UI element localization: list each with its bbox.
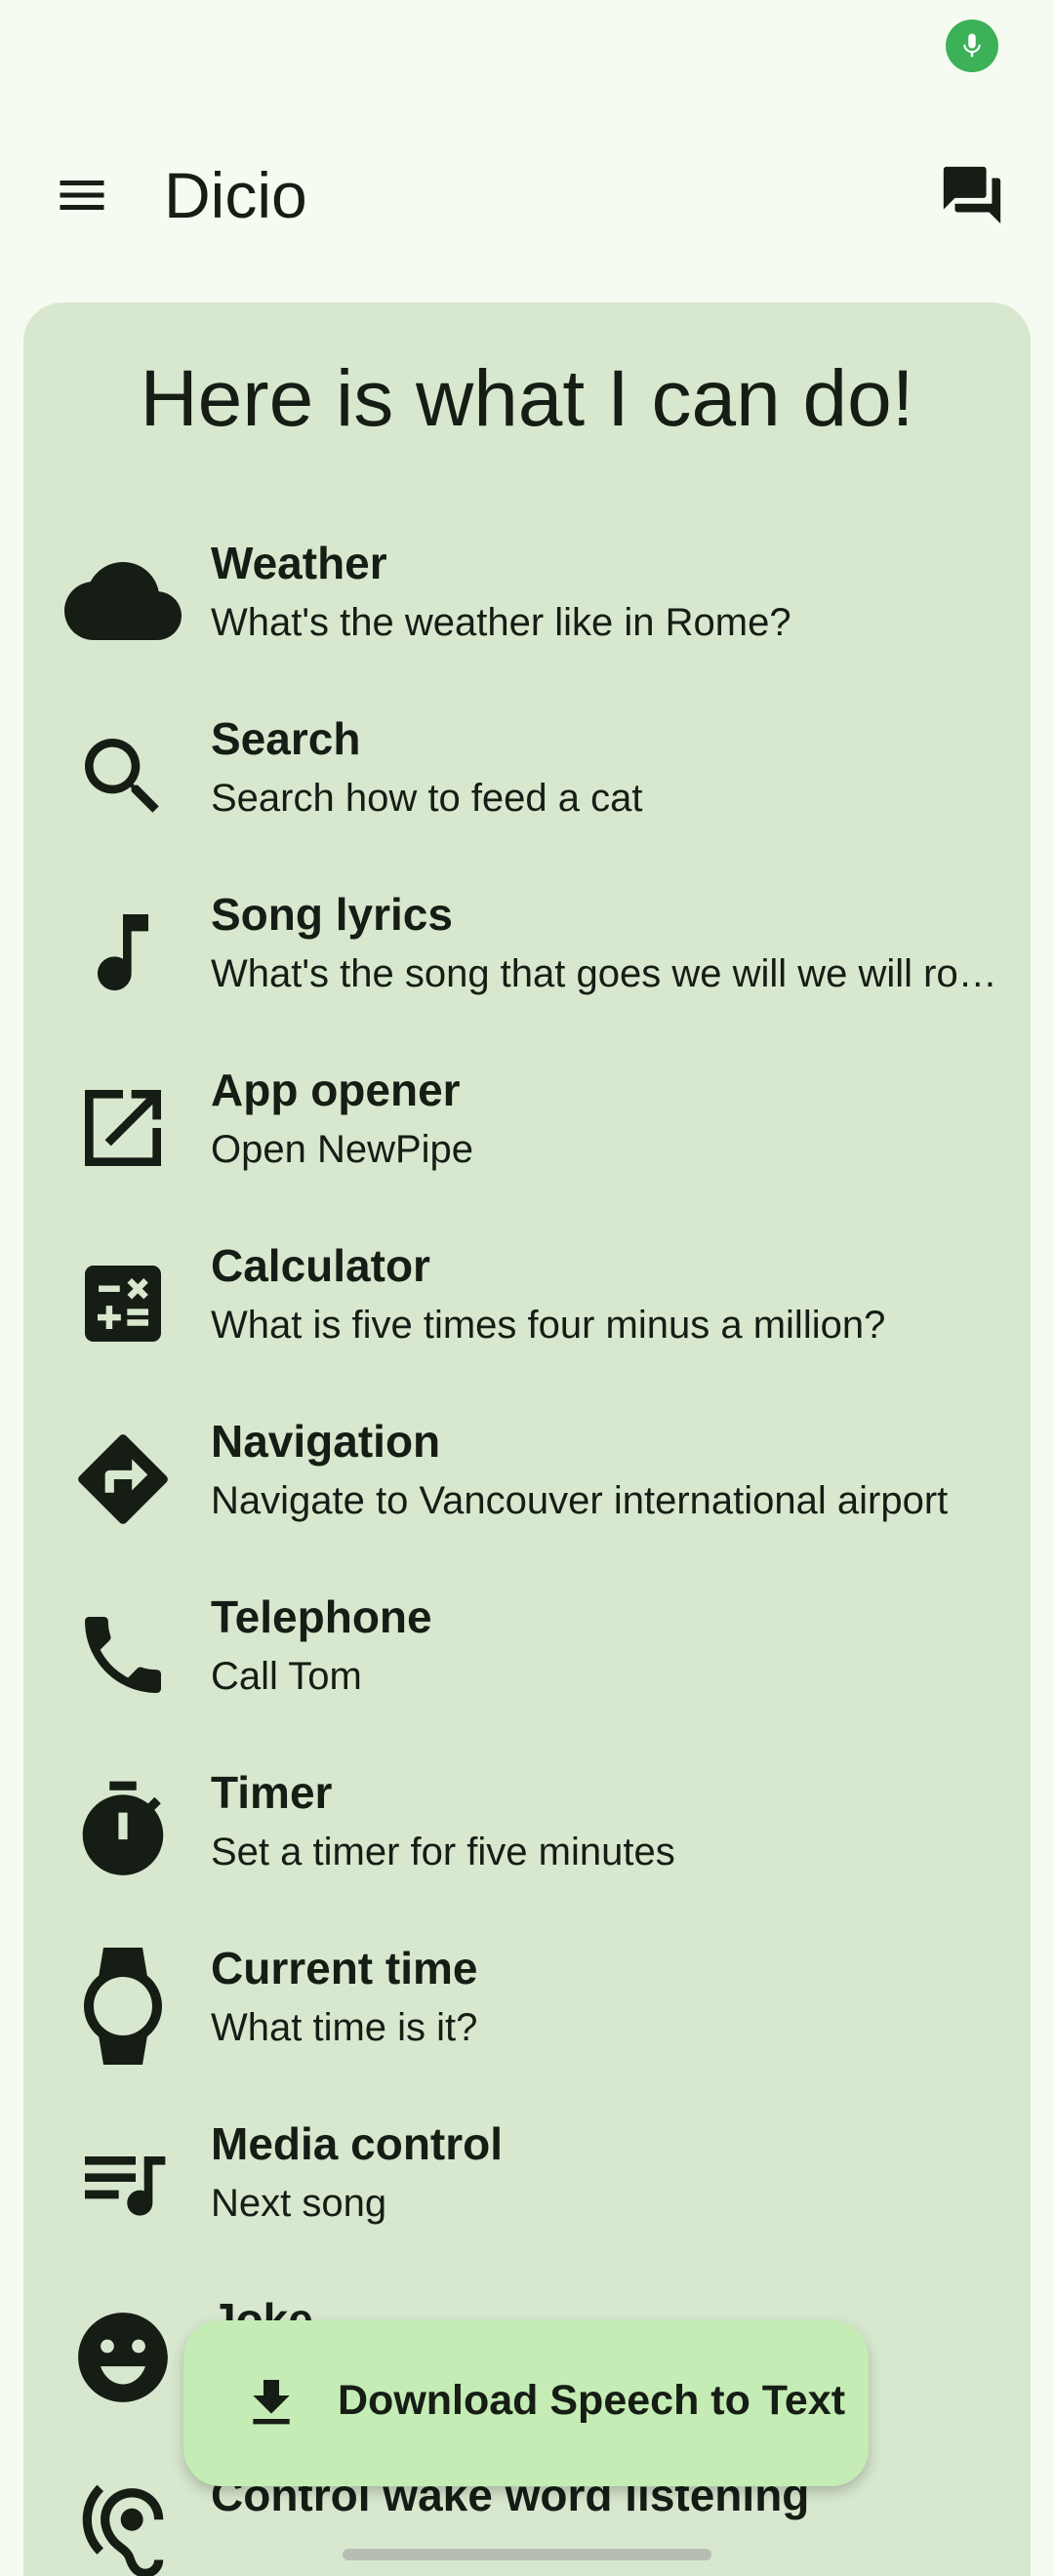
- skill-name: Search: [211, 713, 361, 764]
- skill-item-search[interactable]: Search Search how to feed a cat: [23, 691, 1031, 866]
- skill-example: Call Tom: [211, 1655, 362, 1698]
- skill-name: Calculator: [211, 1240, 430, 1291]
- top-app-bar: Dicio: [0, 117, 1054, 254]
- app-title: Dicio: [164, 159, 307, 231]
- status-bar: [0, 0, 1054, 94]
- skill-example: Open NewPipe: [211, 1128, 474, 1171]
- skill-item-telephone[interactable]: Telephone Call Tom: [23, 1569, 1031, 1745]
- smiley-icon: [64, 2299, 182, 2416]
- skill-item-calculator[interactable]: Calculator What is five times four minus…: [23, 1218, 1031, 1393]
- cloud-icon: [64, 543, 182, 660]
- music-note-icon: [64, 894, 182, 1011]
- skills-card: Here is what I can do! Weather What's th…: [23, 302, 1031, 2576]
- skill-example: Set a timer for five minutes: [211, 1831, 675, 1873]
- timer-icon: [64, 1772, 182, 1889]
- skill-example: What's the song that goes we will we wil…: [211, 952, 999, 995]
- fab-label: Download Speech to Text: [338, 2377, 846, 2424]
- search-icon: [64, 718, 182, 835]
- skill-name: Telephone: [211, 1591, 432, 1642]
- skill-example: Navigate to Vancouver international airp…: [211, 1479, 949, 1522]
- skill-item-song-lyrics[interactable]: Song lyrics What's the song that goes we…: [23, 866, 1031, 1042]
- skill-item-timer[interactable]: Timer Set a timer for five minutes: [23, 1745, 1031, 1920]
- skill-name: Media control: [211, 2118, 504, 2169]
- skill-item-navigation[interactable]: Navigation Navigate to Vancouver interna…: [23, 1393, 1031, 1569]
- download-speech-to-text-button[interactable]: Download Speech to Text: [183, 2320, 869, 2486]
- skill-name: Timer: [211, 1767, 333, 1818]
- skill-example: What's the weather like in Rome?: [211, 601, 791, 644]
- skill-example: What time is it?: [211, 2006, 478, 2049]
- calculate-icon: [64, 1245, 182, 1362]
- skill-name: App opener: [211, 1065, 461, 1115]
- skill-name: Weather: [211, 538, 387, 588]
- skill-item-app-opener[interactable]: App opener Open NewPipe: [23, 1042, 1031, 1218]
- skill-example: Next song: [211, 2182, 387, 2225]
- microphone-indicator-icon: [946, 20, 998, 72]
- gesture-navigation-handle[interactable]: [343, 2549, 711, 2560]
- skill-name: Current time: [211, 1943, 478, 1993]
- skill-name: Navigation: [211, 1416, 441, 1467]
- phone-icon: [64, 1596, 182, 1713]
- conversation-icon[interactable]: [929, 152, 1015, 238]
- watch-icon: [64, 1948, 182, 2065]
- skill-item-weather[interactable]: Weather What's the weather like in Rome?: [23, 515, 1031, 691]
- menu-icon[interactable]: [39, 152, 125, 238]
- download-icon: [232, 2364, 310, 2442]
- open-in-new-icon: [64, 1069, 182, 1187]
- card-title: Here is what I can do!: [140, 354, 914, 443]
- skill-item-media-control[interactable]: Media control Next song: [23, 2096, 1031, 2272]
- directions-icon: [64, 1421, 182, 1538]
- skill-name: Song lyrics: [211, 889, 453, 940]
- skill-item-current-time[interactable]: Current time What time is it?: [23, 1920, 1031, 2096]
- hearing-icon: [64, 2475, 182, 2576]
- skill-example: Search how to feed a cat: [211, 777, 643, 820]
- skill-example: What is five times four minus a million?: [211, 1304, 886, 1347]
- skill-list: Weather What's the weather like in Rome?…: [23, 515, 1031, 2576]
- queue-music-icon: [64, 2123, 182, 2240]
